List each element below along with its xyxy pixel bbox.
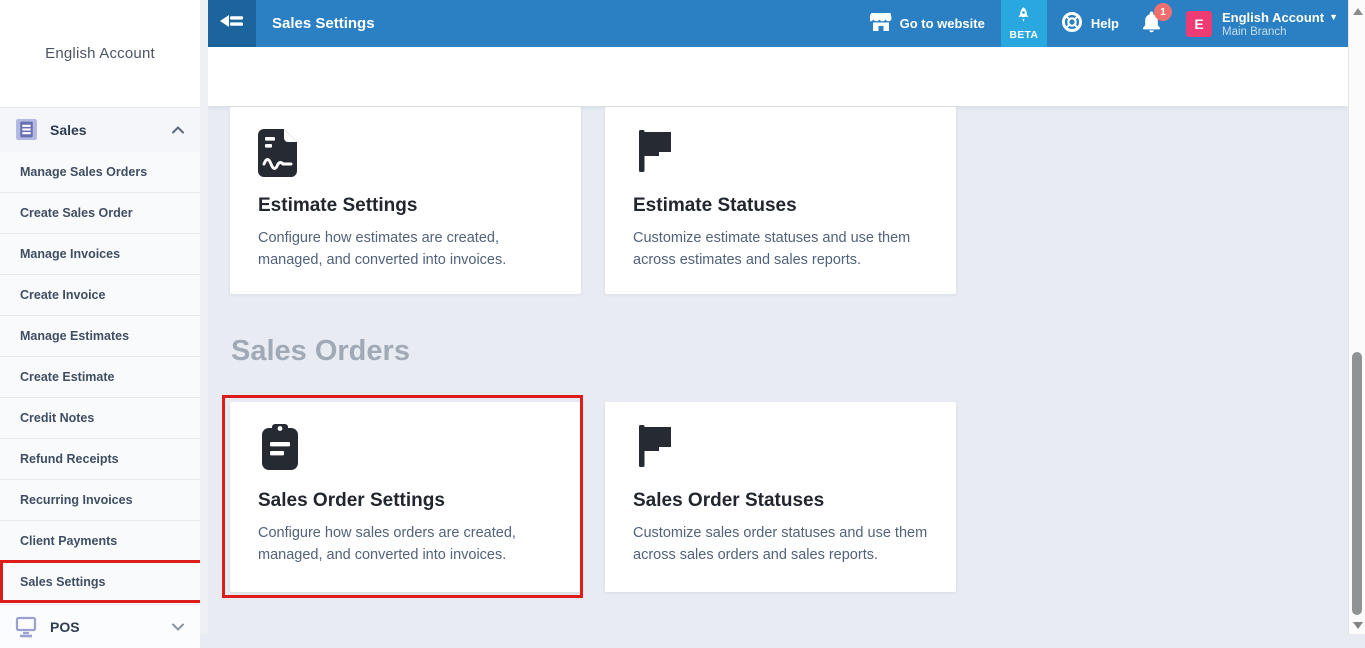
- sidebar-item-manage-invoices[interactable]: Manage Invoices: [0, 234, 200, 275]
- collapse-menu-icon: [218, 11, 246, 36]
- file-invoice-icon: [258, 128, 553, 180]
- card-title: Sales Order Settings: [258, 490, 553, 512]
- sidebar-item-credit-notes[interactable]: Credit Notes: [0, 398, 200, 439]
- sidebar-item-label: Create Sales Order: [20, 206, 133, 220]
- clipboard-icon: [258, 423, 553, 475]
- flag-icon: [633, 423, 928, 475]
- monitor-icon: [14, 615, 38, 639]
- card-sales-order-statuses[interactable]: Sales Order Statuses Customize sales ord…: [605, 402, 956, 592]
- sidebar-item-label: Create Estimate: [20, 370, 115, 384]
- sidebar-items: Manage Sales Orders Create Sales Order Man…: [0, 152, 200, 603]
- sidebar-account-name: English Account: [45, 45, 155, 62]
- beta-label: BETA: [1009, 29, 1038, 41]
- sidebar-item-label: Create Invoice: [20, 288, 105, 302]
- sidebar-item-label: Manage Estimates: [20, 329, 129, 343]
- card-estimate-statuses[interactable]: Estimate Statuses Customize estimate sta…: [605, 107, 956, 294]
- card-description: Customize estimate statuses and use them…: [633, 227, 928, 271]
- chevron-down-icon: [172, 623, 184, 631]
- sidebar-section-sales[interactable]: Sales: [0, 107, 200, 151]
- sidebar-item-manage-estimates[interactable]: Manage Estimates: [0, 316, 200, 357]
- card-title: Estimate Statuses: [633, 195, 928, 217]
- go-to-website-button[interactable]: Go to website: [870, 12, 985, 35]
- sidebar-item-label: Sales Settings: [20, 575, 105, 589]
- scroll-down-arrow[interactable]: [1353, 622, 1363, 629]
- sidebar-item-label: Manage Invoices: [20, 247, 120, 261]
- help-button[interactable]: Help: [1061, 11, 1119, 36]
- sidebar-item-label: Credit Notes: [20, 411, 94, 425]
- help-icon: [1061, 11, 1083, 36]
- topbar-actions: Go to website BETA Help 1 E English Acco…: [870, 0, 1348, 47]
- flag-icon: [633, 128, 928, 180]
- main-content: Estimate Settings Configure how estimate…: [208, 47, 1348, 634]
- scrollbar-thumb[interactable]: [1352, 352, 1362, 615]
- scroll-up-arrow[interactable]: [1353, 8, 1363, 15]
- help-label: Help: [1091, 16, 1119, 31]
- rocket-icon: [1017, 7, 1030, 27]
- card-description: Configure how estimates are created, man…: [258, 227, 553, 271]
- account-name: English Account: [1222, 10, 1324, 25]
- sidebar-item-label: Manage Sales Orders: [20, 165, 147, 179]
- previous-section-band: [208, 47, 1348, 106]
- account-branch: Main Branch: [1222, 26, 1338, 38]
- page-title: Sales Settings: [272, 0, 375, 47]
- sidebar-item-create-invoice[interactable]: Create Invoice: [0, 275, 200, 316]
- section-title: Sales Orders: [231, 335, 410, 368]
- sidebar-account-logo: English Account: [0, 0, 200, 107]
- card-title: Sales Order Statuses: [633, 490, 928, 512]
- sidebar-item-refund-receipts[interactable]: Refund Receipts: [0, 439, 200, 480]
- caret-down-icon: ▼: [1329, 13, 1338, 22]
- avatar[interactable]: E: [1186, 11, 1212, 37]
- sidebar: English Account Sales Manage Sales Order…: [0, 0, 208, 634]
- sidebar-scrollbar[interactable]: [200, 0, 208, 634]
- go-to-website-label: Go to website: [900, 16, 985, 31]
- sidebar-item-client-payments[interactable]: Client Payments: [0, 521, 200, 562]
- sidebar-item-recurring-invoices[interactable]: Recurring Invoices: [0, 480, 200, 521]
- sidebar-item-label: Refund Receipts: [20, 452, 119, 466]
- sidebar-section-pos[interactable]: POS: [0, 604, 200, 648]
- card-estimate-settings[interactable]: Estimate Settings Configure how estimate…: [230, 107, 581, 294]
- receipt-icon: [14, 118, 38, 142]
- sidebar-item-create-sales-order[interactable]: Create Sales Order: [0, 193, 200, 234]
- card-sales-order-settings[interactable]: Sales Order Settings Configure how sales…: [230, 402, 581, 592]
- store-icon: [870, 12, 892, 35]
- sidebar-item-manage-sales-orders[interactable]: Manage Sales Orders: [0, 152, 200, 193]
- sidebar-item-label: Client Payments: [20, 534, 117, 548]
- account-menu[interactable]: English Account ▼ Main Branch: [1222, 10, 1338, 38]
- card-description: Customize sales order statuses and use t…: [633, 522, 928, 566]
- notifications-button[interactable]: 1: [1141, 10, 1162, 38]
- topbar: Sales Settings Go to website BETA Help 1: [208, 0, 1348, 47]
- card-description: Configure how sales orders are created, …: [258, 522, 553, 566]
- sidebar-item-sales-settings[interactable]: Sales Settings: [0, 562, 200, 603]
- chevron-up-icon: [172, 126, 184, 134]
- beta-badge[interactable]: BETA: [1001, 0, 1047, 47]
- sidebar-item-label: Recurring Invoices: [20, 493, 133, 507]
- notification-count-badge: 1: [1154, 3, 1172, 21]
- sidebar-section-label: POS: [50, 619, 80, 635]
- card-title: Estimate Settings: [258, 195, 553, 217]
- sidebar-section-label: Sales: [50, 122, 87, 138]
- page-scrollbar: [1348, 0, 1365, 634]
- collapse-menu-button[interactable]: [208, 0, 256, 47]
- sidebar-item-create-estimate[interactable]: Create Estimate: [0, 357, 200, 398]
